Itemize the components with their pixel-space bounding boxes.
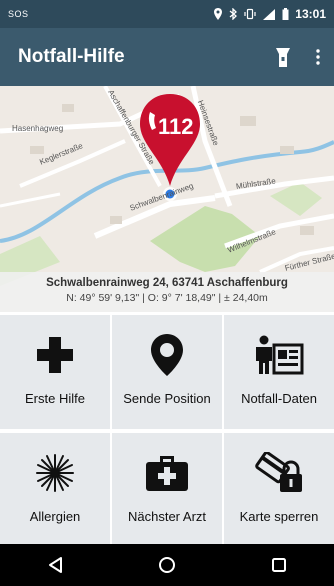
map-view[interactable]: Hasenhagweg Keglerstraße Schwalbenrainwe… — [0, 86, 334, 312]
nearest-doctor-button[interactable]: Nächster Arzt — [112, 433, 222, 547]
app-bar: Notfall-Hilfe — [0, 28, 334, 86]
person-id-icon — [254, 333, 304, 377]
app-title: Notfall-Hilfe — [18, 46, 125, 67]
navigation-bar — [0, 544, 334, 586]
tile-label: Karte sperren — [239, 509, 319, 524]
sos-indicator: SOS — [8, 9, 29, 19]
tile-label: Sende Position — [123, 391, 211, 406]
app-actions — [276, 46, 320, 68]
address-panel: Schwalbenrainweg 24, 63741 Aschaffenburg… — [0, 272, 334, 312]
street-label: Hasenhagweg — [12, 124, 64, 133]
location-icon — [213, 8, 223, 20]
recents-icon[interactable] — [271, 557, 287, 573]
location-pin-icon — [150, 333, 184, 377]
bluetooth-icon — [229, 8, 238, 20]
more-vert-icon[interactable] — [316, 49, 320, 65]
tile-label: Allergien — [29, 509, 81, 524]
status-bar: SOS 13:01 — [0, 0, 334, 28]
vibrate-icon — [244, 8, 256, 20]
marker-number: 112 — [158, 114, 194, 139]
status-time: 13:01 — [295, 7, 326, 21]
allergies-button[interactable]: Allergien — [0, 433, 110, 547]
coordinates-text: N: 49° 59' 9,13" | O: 9° 7' 18,49" | ± 2… — [66, 292, 268, 304]
cross-icon — [35, 333, 75, 377]
first-aid-button[interactable]: Erste Hilfe — [0, 315, 110, 429]
allergy-icon — [35, 451, 75, 495]
lock-card-button[interactable]: Karte sperren — [224, 433, 334, 547]
address-text: Schwalbenrainweg 24, 63741 Aschaffenburg — [46, 277, 288, 289]
action-grid: Erste Hilfe Sende Position Notfall-Daten — [0, 312, 334, 547]
signal-icon — [262, 8, 276, 20]
medical-kit-icon — [145, 451, 189, 495]
tile-label: Erste Hilfe — [25, 391, 85, 406]
lock-card-icon — [254, 451, 304, 495]
tile-label: Nächster Arzt — [127, 509, 207, 524]
flashlight-icon[interactable] — [276, 46, 290, 68]
tile-label: Notfall-Daten — [241, 391, 317, 406]
home-icon[interactable] — [158, 556, 176, 574]
status-icons: 13:01 — [213, 7, 326, 21]
send-position-button[interactable]: Sende Position — [112, 315, 222, 429]
emergency-data-button[interactable]: Notfall-Daten — [224, 315, 334, 429]
back-icon[interactable] — [47, 556, 63, 574]
emergency-marker-icon[interactable]: 112 — [138, 92, 202, 188]
battery-icon — [282, 8, 289, 20]
